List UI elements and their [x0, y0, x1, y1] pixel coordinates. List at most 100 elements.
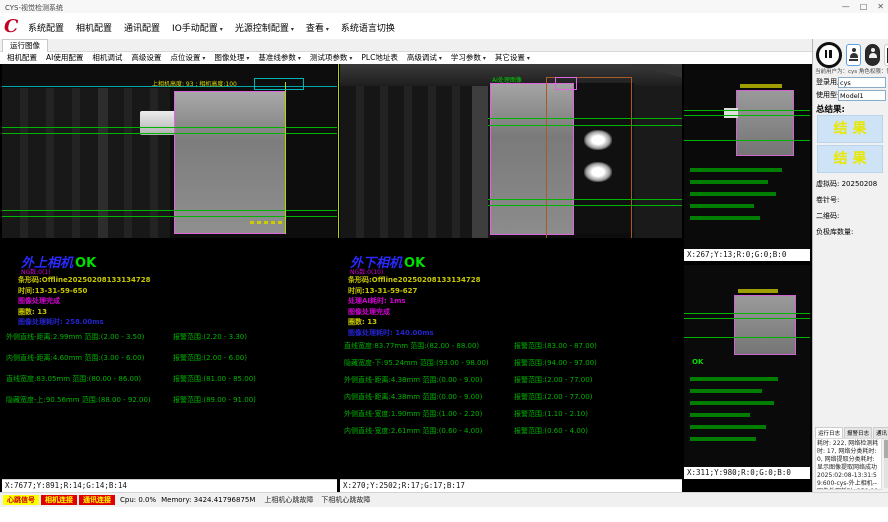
menu-item[interactable]: 通讯配置: [124, 21, 160, 34]
close-button[interactable]: ✕: [877, 1, 884, 12]
measure-row: 外侧直线-宽度:1.90mm 范围:(1.00 - 2.20)报警范围:(1.1…: [344, 409, 678, 426]
tick-marks: [250, 221, 284, 224]
toolbar-item[interactable]: 图像处理▾: [214, 52, 249, 64]
mini-text-line: [690, 389, 762, 393]
maximize-button[interactable]: □: [860, 1, 868, 12]
menu-item[interactable]: 系统语言切换: [341, 21, 395, 34]
info-line: 时间:13-31-59-650: [18, 286, 151, 297]
chevron-down-icon: ▾: [291, 26, 294, 33]
info-line: 圈数: 13: [348, 317, 481, 328]
thumbnail-image-top[interactable]: [684, 64, 810, 249]
log-scrollbar[interactable]: [884, 438, 888, 488]
log-tab[interactable]: 运行日志: [815, 427, 843, 438]
measure-row: 内侧直线-距离:4.60mm 范围:(3.00 - 6.00)报警范围:(2.0…: [6, 353, 333, 374]
status-message: 下相机心跳故障: [321, 495, 370, 505]
thumbnail-image-bottom[interactable]: OK: [684, 265, 810, 467]
measure-value: 外侧直线-距离:4.38mm 范围:(0.00 - 9.00): [344, 375, 514, 392]
toolbar-item[interactable]: PLC地址表: [361, 52, 397, 64]
menu-item[interactable]: IO手动配置▾: [172, 21, 223, 34]
measure-line: [684, 318, 810, 319]
chevron-down-icon: ▾: [298, 55, 301, 62]
tab-run-image[interactable]: 运行图像: [2, 39, 48, 52]
menu-bar: C 系统配置相机配置通讯配置IO手动配置▾光源控制配置▾查看▾系统语言切换: [0, 13, 888, 39]
minimize-button[interactable]: —: [842, 1, 850, 12]
alarm-range: 报警范围:(81.00 - 85.00): [173, 374, 333, 395]
mini-label: [740, 84, 782, 88]
camera-image-middle[interactable]: AI处理图像: [340, 64, 682, 238]
log-text: 耗时: 222, 网络检测耗时: 17, 网络分类耗时: 0, 网络提取分类耗时…: [815, 438, 882, 490]
result-badge-upper: 结果: [817, 115, 883, 143]
toolbar-item[interactable]: 基准线参数▾: [258, 52, 301, 64]
measure-line: [2, 210, 337, 211]
mini-text-line: [690, 437, 756, 441]
measure-line: [488, 125, 682, 126]
thumbnail-panel-bottom: OK X:311;Y:980;R:0;G:0;B:0: [684, 265, 810, 479]
mini-label: [738, 289, 778, 293]
toolbar-item[interactable]: 测试项参数▾: [310, 52, 353, 64]
roi-box: [555, 77, 577, 90]
chevron-down-icon: ▾: [202, 55, 205, 62]
scrollbar-thumb[interactable]: [884, 440, 888, 458]
toolbar-item[interactable]: 高级调试▾: [407, 52, 442, 64]
status-badge: 通讯连接: [79, 495, 115, 505]
memory-usage: Memory: 3424.41796875M: [161, 496, 255, 504]
measure-row: 内侧直线-距离:4.38mm 范围:(0.00 - 9.00)报警范围:(2.0…: [344, 392, 678, 409]
exit-button[interactable]: [884, 44, 888, 66]
measure-value: 外侧直线-距离:2.99mm 范围:(2.00 - 3.50): [6, 332, 173, 353]
toolbar-item[interactable]: 点位设置▾: [170, 52, 205, 64]
mini-text-line: [690, 168, 782, 172]
menu-item[interactable]: 查看▾: [306, 21, 329, 34]
menu-item[interactable]: 系统配置: [28, 21, 64, 34]
person-icon: [852, 48, 856, 52]
log-tab[interactable]: 报警日志: [844, 427, 872, 438]
mini-text-line: [690, 180, 768, 184]
alarm-range: 报警范围:(2.00 - 77.00): [514, 392, 678, 409]
measure-line: [2, 216, 337, 217]
tab-row: 运行图像: [0, 39, 812, 52]
ai-overlay-label: AI处理图像: [492, 75, 522, 84]
menu-items: 系统配置相机配置通讯配置 IO手动配置▾ 光源控制配置▾ 查看▾ 系统语言切换: [28, 21, 395, 34]
toolbar-item[interactable]: 高级设置: [131, 52, 161, 64]
title-bar: CYS-视觉检测系统 — □ ✕: [0, 0, 888, 14]
person-icon: [869, 53, 877, 58]
toolbar-item[interactable]: AI使用配置: [46, 52, 83, 64]
measure-value: 直线宽度:83.05mm 范围:(80.00 - 86.00): [6, 374, 173, 395]
alarm-range: 报警范围:(2.00 - 6.00): [173, 353, 333, 374]
toolbar-item[interactable]: 其它设置▾: [495, 52, 530, 64]
chevron-down-icon: ▾: [439, 55, 442, 62]
toolbar-item[interactable]: 学习参数▾: [451, 52, 486, 64]
window-title: CYS-视觉检测系统: [5, 3, 63, 13]
result-ok-label: OK: [404, 256, 425, 271]
model-input[interactable]: [838, 90, 886, 101]
measure-rows-middle: 直线宽度:83.77mm 范围:(82.00 - 88.00)报警范围:(83.…: [344, 341, 678, 443]
bright-strip: [472, 86, 488, 238]
measure-line: [2, 127, 337, 128]
login-user-input[interactable]: [838, 77, 886, 88]
menu-item[interactable]: 相机配置: [76, 21, 112, 34]
operator-camera-button[interactable]: [846, 44, 861, 66]
menu-item[interactable]: 光源控制配置▾: [235, 21, 294, 34]
mini-text-line: [690, 204, 754, 208]
camera-mode-button[interactable]: [865, 44, 880, 66]
measure-value: 直线宽度:83.77mm 范围:(82.00 - 88.00): [344, 341, 514, 358]
pause-icon: [829, 50, 832, 58]
status-messages: 上相机心跳故障下相机心跳故障: [264, 495, 370, 505]
chevron-down-icon: ▾: [527, 55, 530, 62]
camera-image-left[interactable]: 上相机高度: 93 ; 相机高度:100: [2, 64, 337, 238]
chevron-down-icon: ▾: [483, 55, 486, 62]
alarm-range: 报警范围:(83.00 - 87.00): [514, 341, 678, 358]
part-connector: [140, 111, 178, 135]
measure-row: 隐藏宽度-下:95.24mm 范围:(93.00 - 98.00)报警范围:(9…: [344, 358, 678, 375]
status-badges: 心跳信号相机连接通讯连接: [3, 495, 115, 505]
window-controls: — □ ✕: [842, 1, 884, 12]
measure-line: [488, 118, 682, 119]
mini-text-line: [690, 216, 760, 220]
measure-row: 直线宽度:83.77mm 范围:(82.00 - 88.00)报警范围:(83.…: [344, 341, 678, 358]
pause-button[interactable]: [816, 42, 842, 68]
log-tab[interactable]: 通讯日志: [873, 427, 888, 438]
toolbar-item[interactable]: 相机调试: [92, 52, 122, 64]
measure-line: [684, 140, 810, 141]
alarm-range: 报警范围:(0.60 - 4.00): [514, 426, 678, 443]
toolbar-item[interactable]: 相机配置: [7, 52, 37, 64]
pixel-status-thumb-bottom: X:311;Y:980;R:0;G:0;B:0: [684, 467, 810, 479]
